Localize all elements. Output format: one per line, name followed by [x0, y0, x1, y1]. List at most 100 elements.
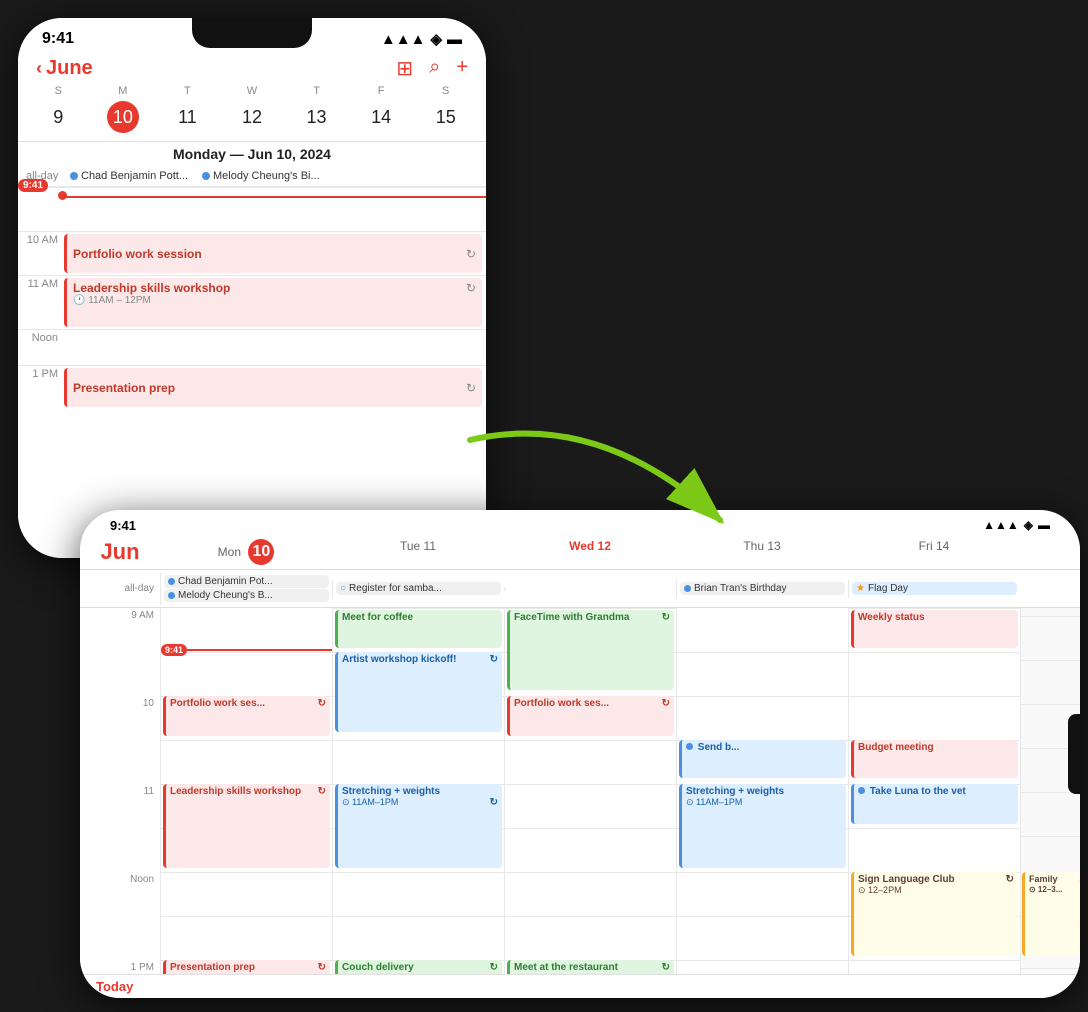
- ls-battery: ▬: [1038, 518, 1050, 533]
- tl-9am: 9 AM: [80, 608, 160, 652]
- allday-event-2[interactable]: Melody Cheung's Bi...: [202, 170, 320, 182]
- tue-noon: [333, 872, 504, 916]
- ls-allday-tue: ○Register for samba...: [332, 580, 504, 598]
- allday-samba[interactable]: ○Register for samba...: [336, 582, 501, 595]
- month-title[interactable]: ‹ June: [36, 57, 93, 80]
- tue-event-artist[interactable]: Artist workshop kickoff! ↻: [335, 652, 502, 732]
- wed-1130: [505, 828, 676, 872]
- ls-jun-label[interactable]: Jun: [80, 537, 160, 567]
- tl-11am: 11: [80, 784, 160, 828]
- wifi-icon: ◈: [430, 30, 442, 48]
- allday-event-1[interactable]: Chad Benjamin Pott...: [70, 170, 188, 182]
- date-heading: Monday — Jun 10, 2024: [18, 141, 486, 166]
- allday-chad[interactable]: Chad Benjamin Pot...: [164, 575, 329, 588]
- mon-event-leadership[interactable]: Leadership skills workshop ↻: [163, 784, 330, 868]
- time-slots: 9:41 10 AM Portfolio work session ↻ 11 A…: [18, 187, 486, 409]
- fri-1130: [849, 828, 1020, 872]
- ls-wifi: ◈: [1024, 518, 1033, 533]
- ls-col-mon[interactable]: Mon 10: [160, 537, 332, 567]
- wed-event-restaurant[interactable]: Meet at the restaurant ↻: [507, 960, 674, 974]
- wed-11am: [505, 784, 676, 828]
- arrow: [440, 430, 760, 550]
- allday-flagday[interactable]: ★Flag Day: [852, 582, 1017, 595]
- time-1pm: 1 PM: [18, 366, 64, 409]
- allday-melody[interactable]: Melody Cheung's B...: [164, 589, 329, 602]
- mon-event-portfolio[interactable]: Portfolio work ses... ↻: [163, 696, 330, 736]
- battery-icon: ▬: [447, 31, 462, 48]
- date-11[interactable]: 11: [155, 101, 220, 133]
- event-portfolio[interactable]: Portfolio work session ↻: [64, 234, 482, 273]
- fri-930: [849, 652, 1020, 696]
- today-button[interactable]: Today: [96, 979, 133, 994]
- thu-1pm: [677, 960, 848, 974]
- calendar-header: ‹ June ⊞ ⌕ +: [18, 52, 486, 85]
- allday-brian[interactable]: Brian Tran's Birthday: [680, 582, 845, 595]
- date-15[interactable]: 15: [413, 101, 478, 133]
- ls-allday-mon: Chad Benjamin Pot... Melody Cheung's B..…: [160, 573, 332, 605]
- fri-event-weekly[interactable]: Weekly status: [851, 610, 1018, 648]
- wed-noon: [505, 872, 676, 916]
- weekday-labels: S M T W T F S: [18, 85, 486, 97]
- thu-event-send[interactable]: Send b...: [679, 740, 846, 778]
- date-12[interactable]: 12: [220, 101, 285, 133]
- event-leadership[interactable]: Leadership skills workshop ↻ 🕐 11AM – 12…: [64, 278, 482, 327]
- time-row-11am: 11 AM Leadership skills workshop ↻ 🕐 11A…: [18, 275, 486, 329]
- ls-col-fri[interactable]: Fri 14: [848, 537, 1020, 567]
- thu-10am: [677, 696, 848, 740]
- search-icon[interactable]: ⌕: [429, 56, 440, 81]
- tl-10am: 10: [80, 696, 160, 740]
- mon-event-presentationprep[interactable]: Presentation prep ↻: [163, 960, 330, 974]
- extra-family[interactable]: Family⊙ 12–3...: [1022, 872, 1079, 956]
- fri-event-luna[interactable]: Take Luna to the vet: [851, 784, 1018, 824]
- wed-1230: [505, 916, 676, 960]
- tue-event-coffee[interactable]: Meet for coffee: [335, 610, 502, 648]
- tl-blank1: [80, 652, 160, 696]
- thu-1230: [677, 916, 848, 960]
- fri-event-budget[interactable]: Budget meeting: [851, 740, 1018, 778]
- extra-930: [1021, 660, 1080, 704]
- notch: [192, 18, 312, 48]
- thu-9am: [677, 608, 848, 652]
- ls-allday-wed: [504, 587, 676, 591]
- week-dates: 9 10 11 12 13 14 15: [18, 101, 486, 133]
- phone-portrait: 9:41 ▲▲▲ ◈ ▬ ‹ June ⊞ ⌕ + S M T W: [18, 18, 486, 558]
- ls-allday-thu: Brian Tran's Birthday: [676, 580, 848, 598]
- extra-11am: [1021, 792, 1080, 836]
- wed-event-portfolio[interactable]: Portfolio work ses... ↻: [507, 696, 674, 736]
- ls-bottom-bar: Today: [80, 974, 1080, 998]
- fri-event-signlang[interactable]: Sign Language Club ↻⊙ 12–2PM: [851, 872, 1018, 956]
- status-icons: ▲▲▲ ◈ ▬: [381, 30, 462, 48]
- time-11am: 11 AM: [18, 276, 64, 329]
- event-presentation[interactable]: Presentation prep ↻: [64, 368, 482, 407]
- current-time-indicator: 9:41: [161, 644, 332, 656]
- time-noon: Noon: [18, 330, 64, 344]
- mon-noon: [161, 872, 332, 916]
- date-13[interactable]: 13: [284, 101, 349, 133]
- tue-event-stretching[interactable]: Stretching + weights⊙ 11AM–1PM ↻: [335, 784, 502, 868]
- thu-event-stretching[interactable]: Stretching + weights⊙ 11AM–1PM: [679, 784, 846, 868]
- thu-noon: [677, 872, 848, 916]
- wed-event-facetime[interactable]: FaceTime with Grandma ↻: [507, 610, 674, 690]
- view-toggle-icon[interactable]: ⊞: [396, 56, 413, 81]
- header-icons: ⊞ ⌕ +: [396, 56, 468, 81]
- ls-time: 9:41: [110, 518, 136, 533]
- add-event-icon[interactable]: +: [456, 56, 468, 81]
- tue-event-couch[interactable]: Couch delivery ↻: [335, 960, 502, 974]
- signal-icon: ▲▲▲: [381, 31, 426, 48]
- mon-1230: [161, 916, 332, 960]
- tl-blank2: [80, 740, 160, 784]
- time-row-10am: 10 AM Portfolio work session ↻: [18, 231, 486, 275]
- date-9[interactable]: 9: [26, 101, 91, 133]
- date-14[interactable]: 14: [349, 101, 414, 133]
- date-10[interactable]: 10: [91, 101, 156, 133]
- tue-col: Meet for coffee Artist workshop kickoff!…: [332, 608, 504, 974]
- time-10am: 10 AM: [18, 232, 64, 275]
- ls-col-extra: [1020, 537, 1080, 567]
- ls-allday-label: all-day: [80, 583, 160, 594]
- extra-9am: [1021, 616, 1080, 660]
- phone-landscape: 9:41 ▲▲▲ ◈ ▬ Jun Mon 10 Tue 11 Wed 12 Th…: [80, 510, 1080, 998]
- tl-noon: Noon: [80, 872, 160, 916]
- ls-allday-fri: ★Flag Day: [848, 580, 1020, 598]
- time-row-1pm: 1 PM Presentation prep ↻: [18, 365, 486, 409]
- thu-930: [677, 652, 848, 696]
